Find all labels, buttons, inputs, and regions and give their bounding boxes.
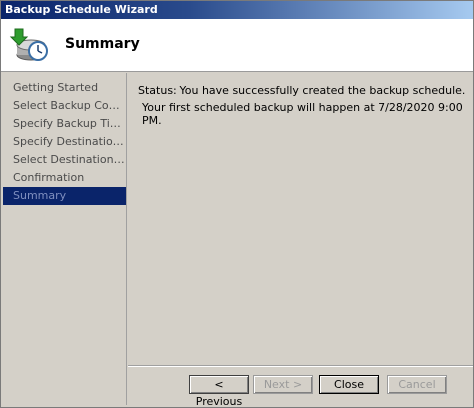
step-select-backup-configuration[interactable]: Select Backup Configur... — [3, 97, 126, 115]
status-label: Status: — [138, 84, 177, 97]
close-button[interactable]: Close — [319, 375, 379, 394]
wizard-header: Summary — [1, 19, 473, 72]
next-backup-text: Your first scheduled backup will happen … — [142, 101, 463, 127]
wizard-steps-sidebar: Getting Started Select Backup Configur..… — [3, 73, 127, 405]
previous-button[interactable]: < Previous — [189, 375, 249, 407]
page-title: Summary — [65, 36, 140, 52]
step-specify-backup-time[interactable]: Specify Backup Time — [3, 115, 126, 133]
step-select-destination-volume[interactable]: Select Destination Volume — [3, 151, 126, 169]
status-text: You have successfully created the backup… — [179, 84, 466, 97]
step-specify-destination-type[interactable]: Specify Destination Type — [3, 133, 126, 151]
footer-divider — [128, 365, 473, 367]
backup-clock-icon — [9, 28, 48, 61]
window-title: Backup Schedule Wizard — [5, 3, 158, 16]
summary-content: Status: You have successfully created th… — [128, 73, 473, 365]
step-confirmation[interactable]: Confirmation — [3, 169, 126, 187]
cancel-button[interactable]: Cancel — [387, 375, 447, 394]
step-getting-started[interactable]: Getting Started — [3, 79, 126, 97]
step-summary[interactable]: Summary — [3, 187, 126, 205]
next-button[interactable]: Next > — [253, 375, 313, 394]
backup-schedule-wizard-window: Backup Schedule Wizard Summary Getting S… — [0, 0, 474, 408]
title-bar[interactable]: Backup Schedule Wizard — [1, 1, 473, 19]
status-line: Status: You have successfully created th… — [138, 84, 465, 97]
